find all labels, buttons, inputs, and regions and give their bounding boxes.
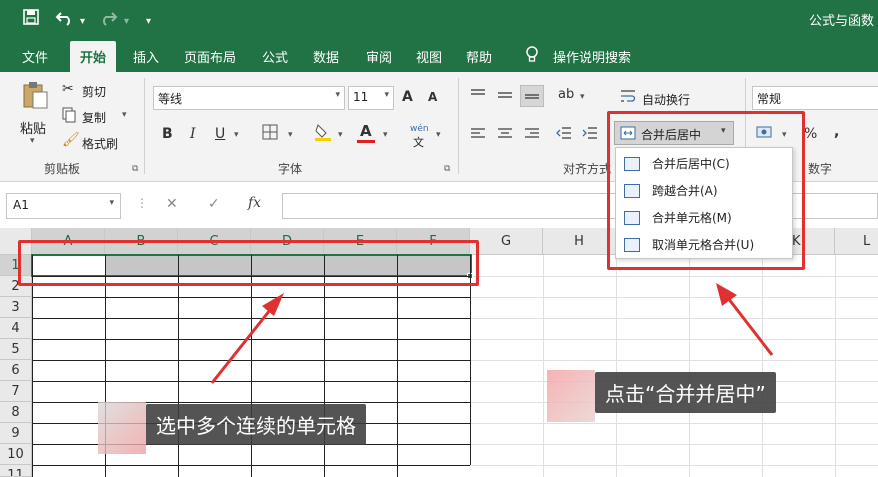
callout-click-merge: 点击“合并并居中” bbox=[595, 372, 776, 413]
blurred-logo bbox=[547, 370, 595, 422]
blurred-logo bbox=[98, 402, 146, 454]
arrow-to-merge-menu bbox=[716, 283, 774, 356]
arrow-to-selection bbox=[210, 293, 284, 384]
callout-select-cells: 选中多个连续的单元格 bbox=[146, 404, 366, 445]
